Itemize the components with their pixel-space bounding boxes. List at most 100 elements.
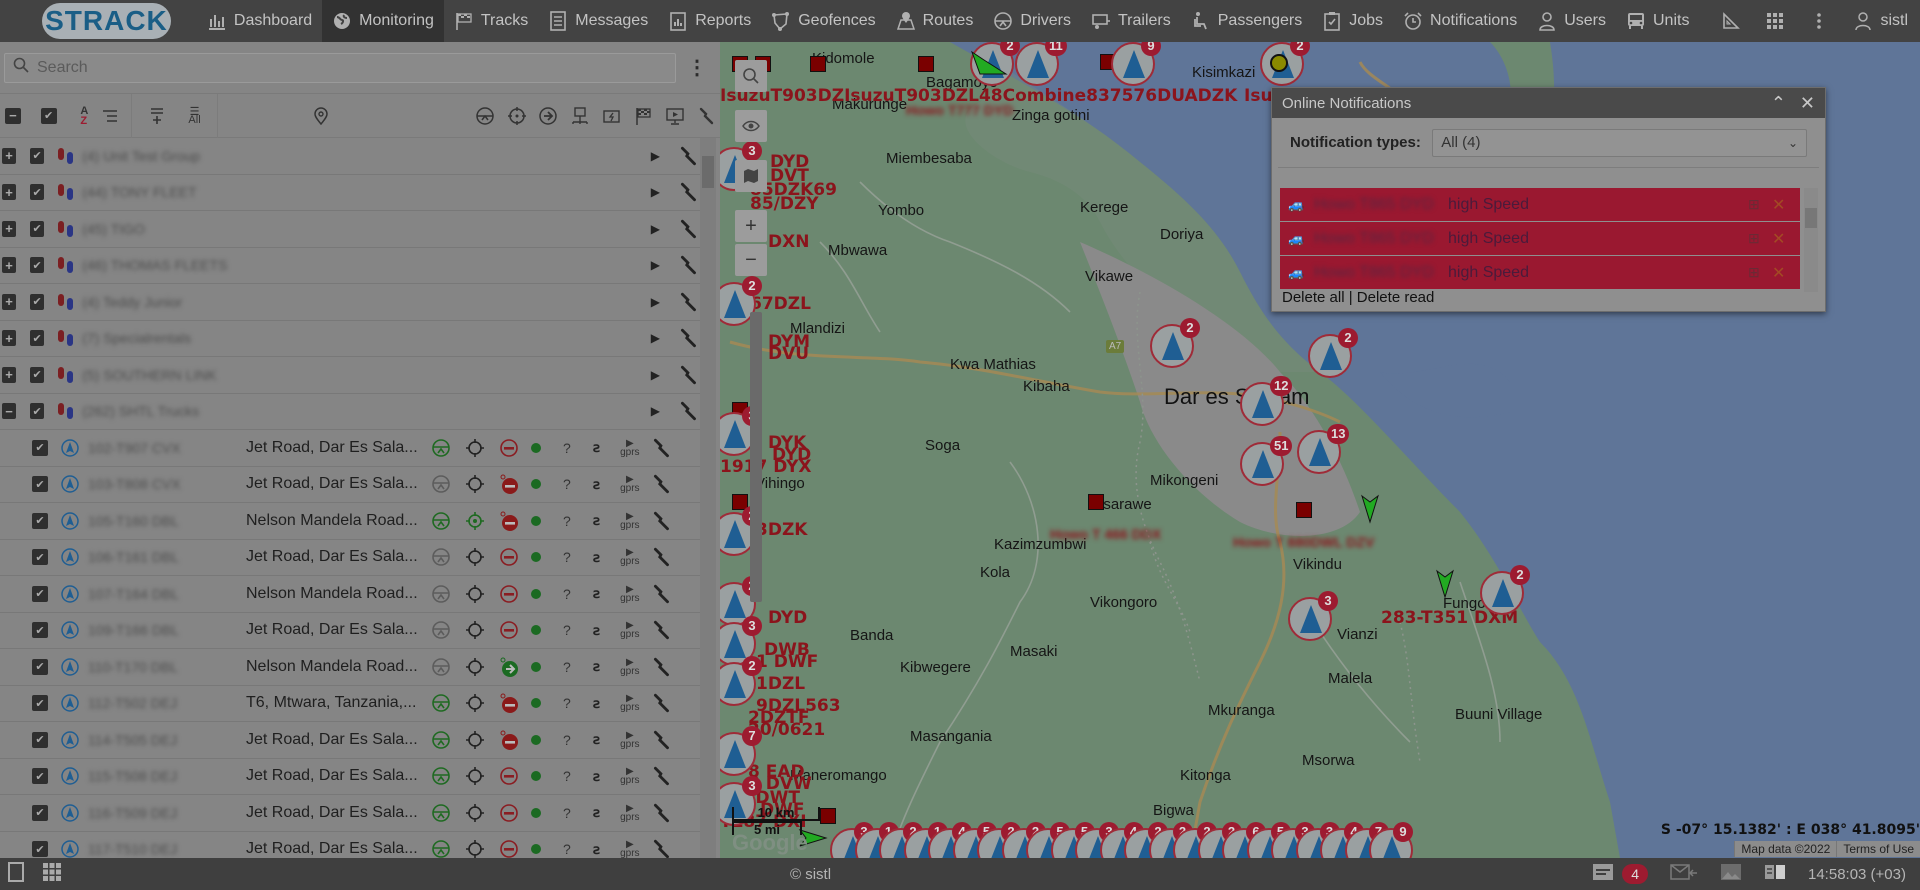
group-settings-wrench-icon[interactable]: [678, 290, 700, 314]
unit-name[interactable]: 110-T170 DBL: [88, 659, 246, 675]
unit-map-label[interactable]: DYD: [768, 608, 807, 628]
send-command-gprs-icon[interactable]: ▶ gprs: [620, 657, 639, 676]
locate-crosshair-icon[interactable]: [463, 545, 487, 569]
group-checkbox[interactable]: ✔: [30, 403, 45, 420]
delete-notification-icon[interactable]: ✕: [1772, 195, 1800, 215]
unit-settings-wrench-icon[interactable]: [650, 509, 674, 533]
unit-cluster-marker[interactable]: 11: [1015, 42, 1067, 86]
driver-steering-icon[interactable]: [429, 728, 453, 752]
scrollbar-thumb[interactable]: [702, 156, 714, 188]
trip-icon[interactable]: ꙅ: [593, 768, 600, 785]
send-command-gprs-icon[interactable]: ▶ gprs: [620, 438, 639, 457]
expand-group-icon[interactable]: +: [2, 257, 17, 274]
unit-row[interactable]: ✔ 109-T166 DBL Jet Road, Dar Es Sala... …: [0, 613, 700, 649]
expand-group-icon[interactable]: +: [2, 366, 17, 383]
group-settings-wrench-icon[interactable]: [678, 399, 700, 423]
unit-name[interactable]: 116-T509 DEJ: [88, 805, 246, 821]
trip-icon[interactable]: ꙅ: [593, 658, 600, 675]
unit-cluster-marker[interactable]: 12: [1240, 376, 1293, 426]
notification-types-select[interactable]: All (4) ⌄: [1432, 128, 1807, 157]
group-checkbox[interactable]: ✔: [30, 147, 45, 164]
nav-item-dashboard[interactable]: Dashboard: [197, 0, 322, 42]
unit-map-label[interactable]: DVU: [768, 344, 809, 364]
unit-name[interactable]: 114-T505 DEJ: [88, 732, 246, 748]
motion-column-button[interactable]: [536, 102, 562, 130]
unit-checkbox[interactable]: ✔: [32, 439, 48, 456]
geofence-marker[interactable]: [918, 56, 934, 72]
trip-icon[interactable]: ꙅ: [593, 731, 600, 748]
driver-steering-icon[interactable]: [429, 764, 453, 788]
locate-crosshair-icon[interactable]: [463, 728, 487, 752]
unit-settings-wrench-icon[interactable]: [650, 764, 674, 788]
send-command-gprs-icon[interactable]: ▶ gprs: [620, 511, 639, 530]
driver-steering-icon[interactable]: [429, 837, 453, 858]
locate-crosshair-icon[interactable]: [463, 618, 487, 642]
show-on-map-icon[interactable]: ⊞: [1748, 196, 1772, 213]
unit-settings-wrench-icon[interactable]: [650, 582, 674, 606]
unit-cluster-marker[interactable]: 13: [1297, 424, 1350, 474]
more-menu-button[interactable]: [1797, 0, 1841, 42]
collapse-window-icon[interactable]: ⌃: [1771, 93, 1786, 114]
ruler-tool-button[interactable]: [1709, 0, 1753, 42]
unit-map-label[interactable]: Isu: [1244, 86, 1273, 106]
driver-steering-icon[interactable]: [429, 436, 453, 460]
locate-crosshair-icon[interactable]: [463, 436, 487, 460]
unit-name[interactable]: 107-T164 DBL: [88, 586, 246, 602]
unit-checkbox[interactable]: ✔: [32, 585, 48, 602]
unit-map-label[interactable]: 1917 DYX: [720, 457, 812, 477]
notifications-header[interactable]: Online Notifications ⌃ ✕: [1272, 88, 1825, 118]
group-commands-icon[interactable]: ▶: [651, 331, 660, 345]
settings-column-button[interactable]: [694, 102, 720, 130]
unit-checkbox[interactable]: ✔: [32, 658, 48, 675]
add-to-list-button[interactable]: [144, 102, 170, 130]
locate-crosshair-icon[interactable]: [463, 801, 487, 825]
nav-item-routes[interactable]: Routes: [886, 0, 984, 42]
unit-name[interactable]: 112-T502 DEJ: [88, 695, 246, 711]
locate-crosshair-icon[interactable]: [463, 655, 487, 679]
select-all-checkbox[interactable]: ✔: [36, 102, 62, 130]
group-commands-icon[interactable]: ▶: [651, 258, 660, 272]
grid-layout-button[interactable]: [42, 862, 62, 886]
trip-icon[interactable]: ꙅ: [593, 622, 600, 639]
unit-settings-wrench-icon[interactable]: [650, 691, 674, 715]
notification-count-badge[interactable]: 4: [1622, 864, 1648, 884]
nav-item-jobs[interactable]: Jobs: [1312, 0, 1393, 42]
driver-steering-icon[interactable]: [429, 691, 453, 715]
group-checkbox[interactable]: ✔: [30, 366, 45, 383]
locate-crosshair-icon[interactable]: [463, 472, 487, 496]
unit-group-row[interactable]: + ✔ (44) TONY FLEET ▶: [0, 175, 700, 211]
group-checkbox[interactable]: ✔: [30, 293, 45, 310]
list-view-button[interactable]: [97, 102, 123, 130]
notification-item[interactable]: 🚙 Howo T865 DYD high Speed ⊞ ✕: [1280, 256, 1800, 289]
driver-steering-icon[interactable]: [429, 582, 453, 606]
unit-group-row[interactable]: + ✔ (4) Unit Test Group ▶: [0, 138, 700, 175]
send-command-gprs-icon[interactable]: ▶ gprs: [620, 584, 639, 603]
unit-row[interactable]: ✔ 107-T164 DBL Nelson Mandela Road... ? …: [0, 576, 700, 613]
show-on-map-icon[interactable]: ⊞: [1748, 230, 1772, 247]
locate-crosshair-icon[interactable]: [463, 691, 487, 715]
expand-group-icon[interactable]: +: [2, 147, 17, 164]
locate-crosshair-icon[interactable]: [463, 837, 487, 858]
driver-steering-icon[interactable]: [429, 618, 453, 642]
close-window-icon[interactable]: ✕: [1800, 93, 1815, 114]
messages-tray-button[interactable]: [1670, 863, 1698, 885]
expand-group-icon[interactable]: +: [2, 293, 17, 310]
zoom-slider[interactable]: [750, 312, 762, 602]
unit-row[interactable]: ✔ 103-T808 CVX Jet Road, Dar Es Sala... …: [0, 467, 700, 503]
expand-group-icon[interactable]: +: [2, 184, 17, 201]
nav-item-notifications[interactable]: Notifications: [1393, 0, 1527, 42]
send-command-gprs-icon[interactable]: ▶ gprs: [620, 548, 639, 567]
group-settings-wrench-icon[interactable]: [678, 217, 700, 241]
images-tray-button[interactable]: [1720, 863, 1742, 885]
unit-map-label[interactable]: DXN: [768, 232, 809, 252]
expand-group-icon[interactable]: +: [2, 330, 17, 347]
delete-all-link[interactable]: Delete all: [1282, 289, 1345, 306]
geofence-marker[interactable]: [1088, 494, 1104, 510]
unit-settings-wrench-icon[interactable]: [650, 837, 674, 858]
unit-group-row[interactable]: − ✔ (262) SHTL Trucks ▶: [0, 394, 700, 430]
trip-icon[interactable]: ꙅ: [593, 549, 600, 566]
unit-checkbox[interactable]: ✔: [32, 476, 48, 493]
unit-cluster-marker[interactable]: 9: [1111, 42, 1161, 86]
nav-item-units[interactable]: Units: [1616, 0, 1699, 42]
logo[interactable]: STRACK: [42, 3, 171, 39]
